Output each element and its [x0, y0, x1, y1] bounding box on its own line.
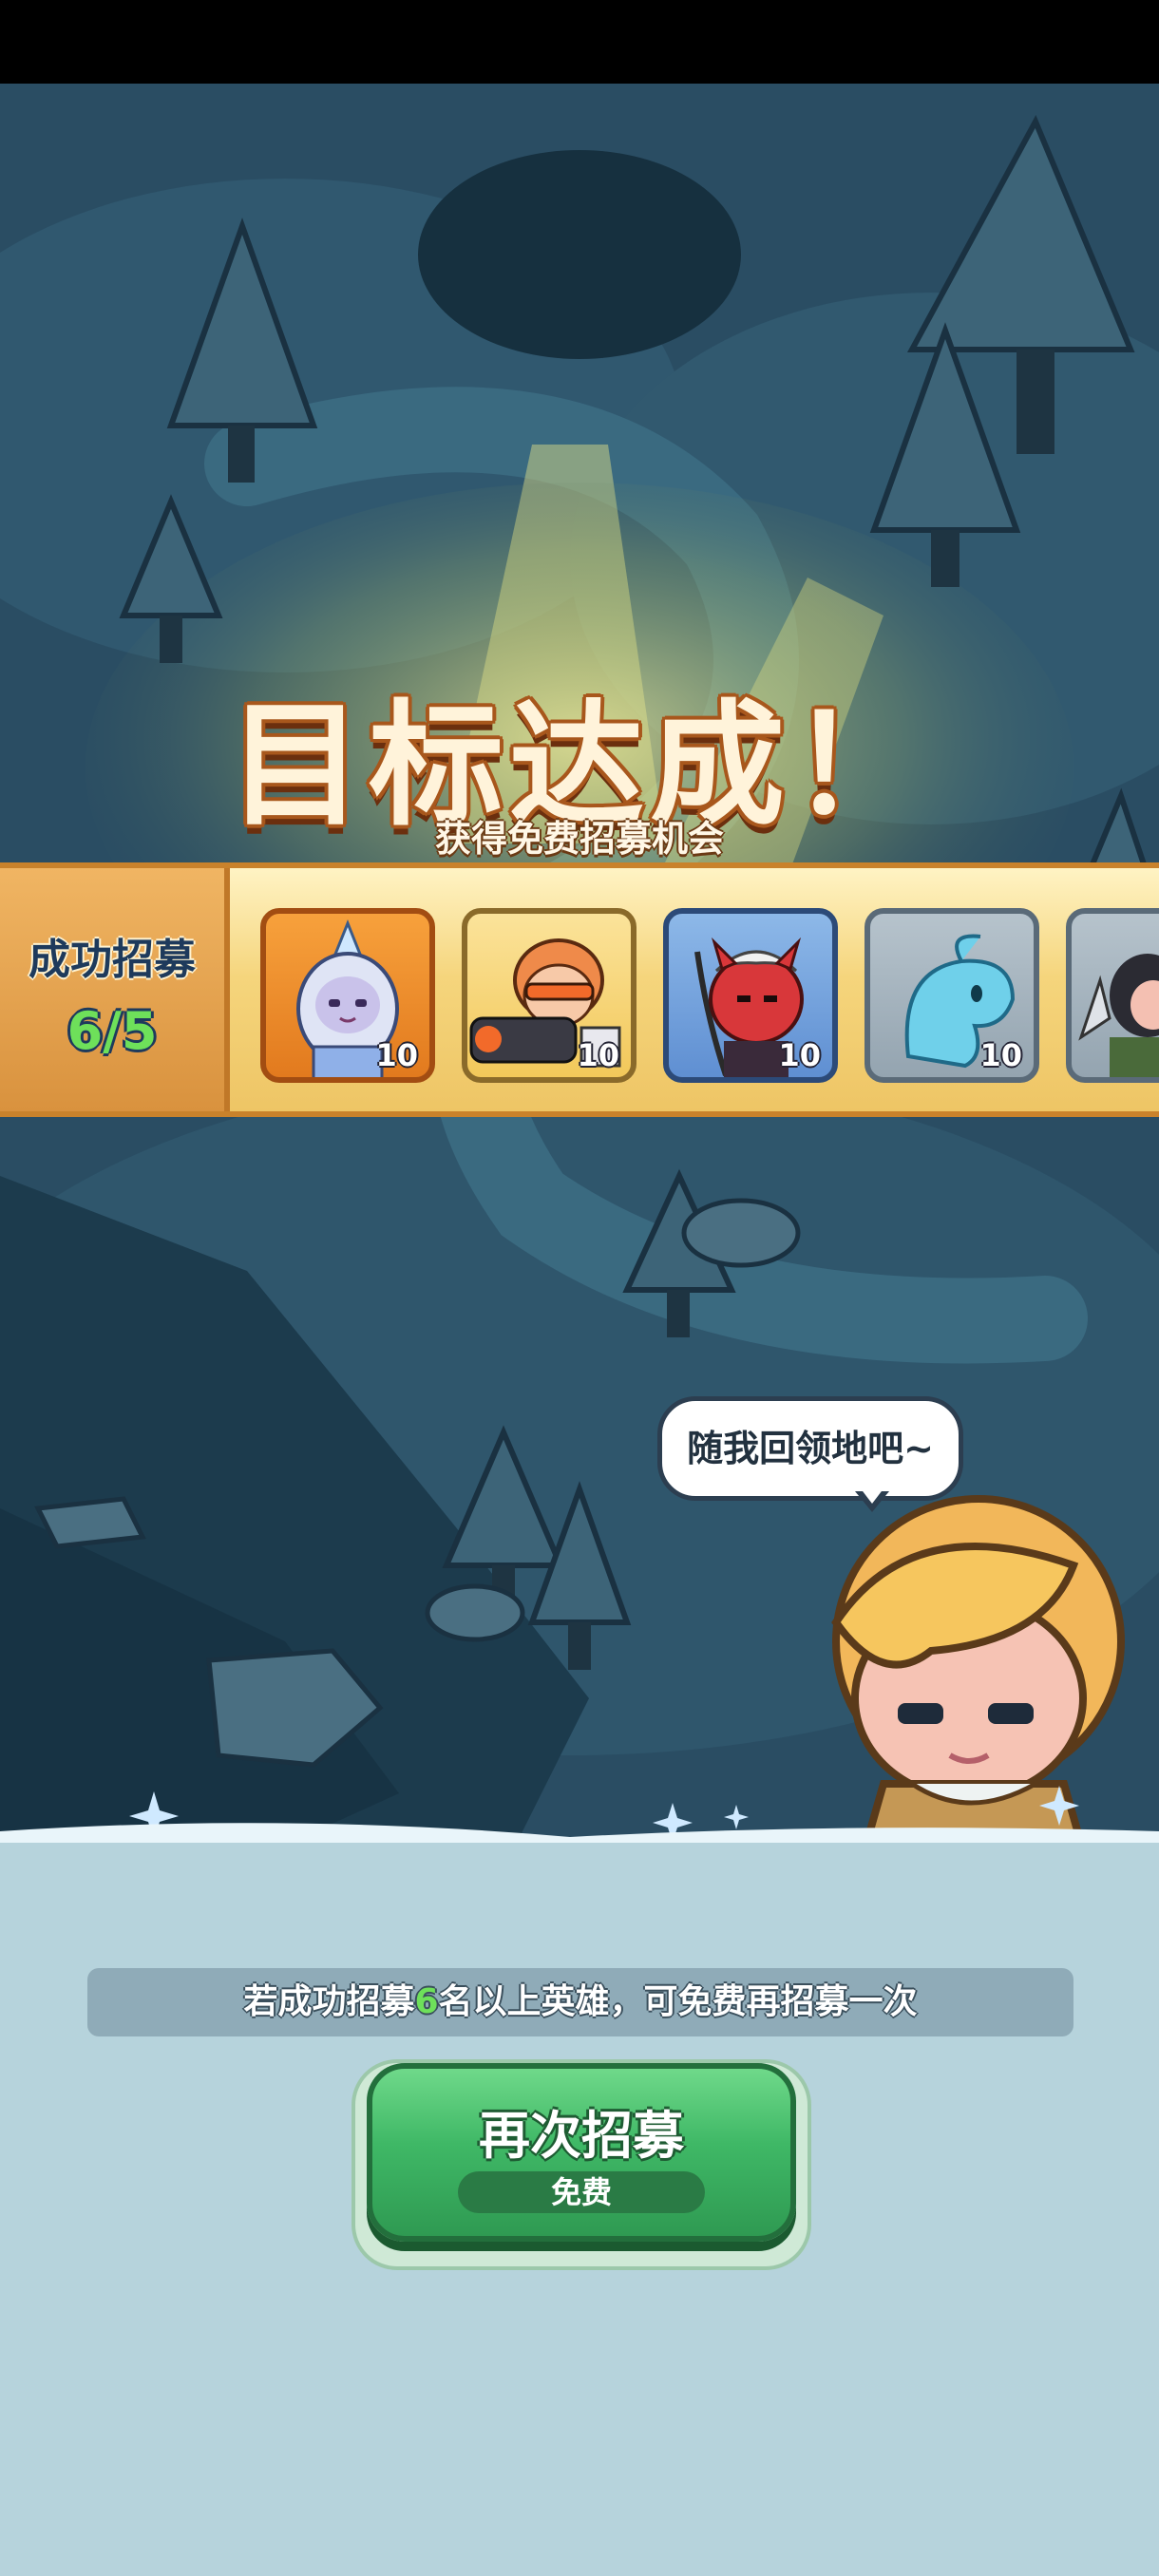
hero-level: 10 — [375, 1037, 418, 1073]
hero-card-dagger-rogue[interactable] — [1066, 908, 1159, 1083]
recruit-count: 6/5 — [66, 1001, 158, 1061]
recruit-summary: 成功招募 6/5 — [0, 868, 230, 1111]
hero-card-gunner[interactable]: 10 — [462, 908, 636, 1083]
hero-card-blue-creature[interactable]: 10 — [864, 908, 1039, 1083]
recruit-label: 成功招募 — [28, 936, 196, 984]
status-bar — [0, 0, 1159, 84]
free-cost-pill: 免费 — [458, 2171, 705, 2213]
hero-card-ice-queen[interactable]: 10 — [260, 908, 435, 1083]
recruit-hint-bar: 若成功招募6名以上英雄，可免费再招募一次 — [87, 1968, 1074, 2036]
hero-level: 10 — [577, 1037, 619, 1073]
recruit-again-button[interactable]: 再次招募 免费 — [367, 2063, 796, 2242]
hint-suffix: 名以上英雄，可免费再招募一次 — [438, 1982, 918, 2021]
hint-highlight-number: 6 — [414, 1982, 439, 2021]
free-recruit-subtitle: 获得免费招募机会 — [434, 818, 724, 860]
dagger-rogue-portrait — [1078, 954, 1159, 1077]
hero-level: 10 — [778, 1037, 821, 1073]
recruit-again-label: 再次招募 — [479, 2106, 684, 2166]
hero-card-red-samurai[interactable]: 10 — [663, 908, 838, 1083]
speech-bubble-tail-inner — [860, 1487, 884, 1504]
recruit-banner: 成功招募 6/5 10 10 10 10 — [0, 862, 1159, 1117]
hint-prefix: 若成功招募 — [243, 1982, 415, 2021]
npc-speech-bubble: 随我回领地吧~ — [657, 1396, 963, 1501]
hero-level: 10 — [979, 1037, 1022, 1073]
